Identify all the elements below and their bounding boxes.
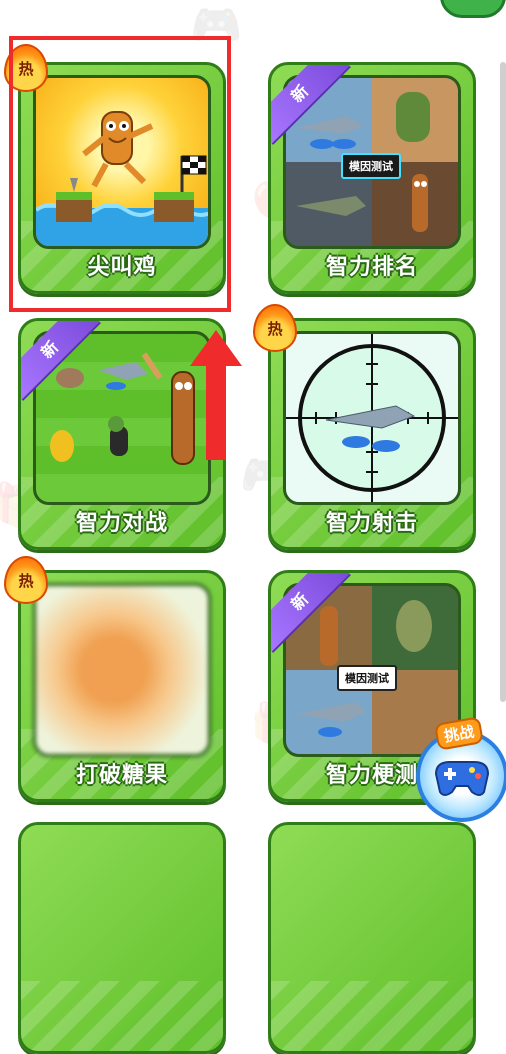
hot-badge: 热 [4, 556, 48, 604]
card-title: 智力射击 [325, 511, 418, 536]
game-card-break-candy[interactable]: 打破糖果 [18, 570, 226, 802]
hot-badge: 热 [253, 304, 297, 352]
game-card-iq-ranking[interactable]: 模因测试 新 智力排名 [268, 62, 476, 294]
top-corner-button[interactable] [440, 0, 506, 18]
background-doodle: 🎮 [190, 0, 243, 49]
card-title: 智力对战 [75, 511, 168, 536]
challenge-button[interactable]: 挑战 [410, 716, 506, 826]
card-title: 智力排名 [325, 255, 418, 280]
game-card-partial[interactable] [18, 822, 226, 1054]
scrollbar[interactable] [500, 62, 506, 702]
game-thumbnail [33, 583, 211, 757]
meme-test-label: 模因测试 [337, 665, 397, 691]
game-thumbnail [283, 331, 461, 505]
game-card-iq-shooting[interactable]: 智力射击 [268, 318, 476, 550]
game-thumbnail [33, 75, 211, 249]
up-arrow-icon [190, 330, 242, 460]
meme-test-label: 模因测试 [341, 153, 401, 179]
game-card-scream-chicken[interactable]: 尖叫鸡 [18, 62, 226, 294]
hot-badge: 热 [4, 44, 48, 92]
card-title: 打破糖果 [75, 763, 168, 788]
card-title: 尖叫鸡 [87, 255, 157, 280]
game-card-partial[interactable] [268, 822, 476, 1054]
